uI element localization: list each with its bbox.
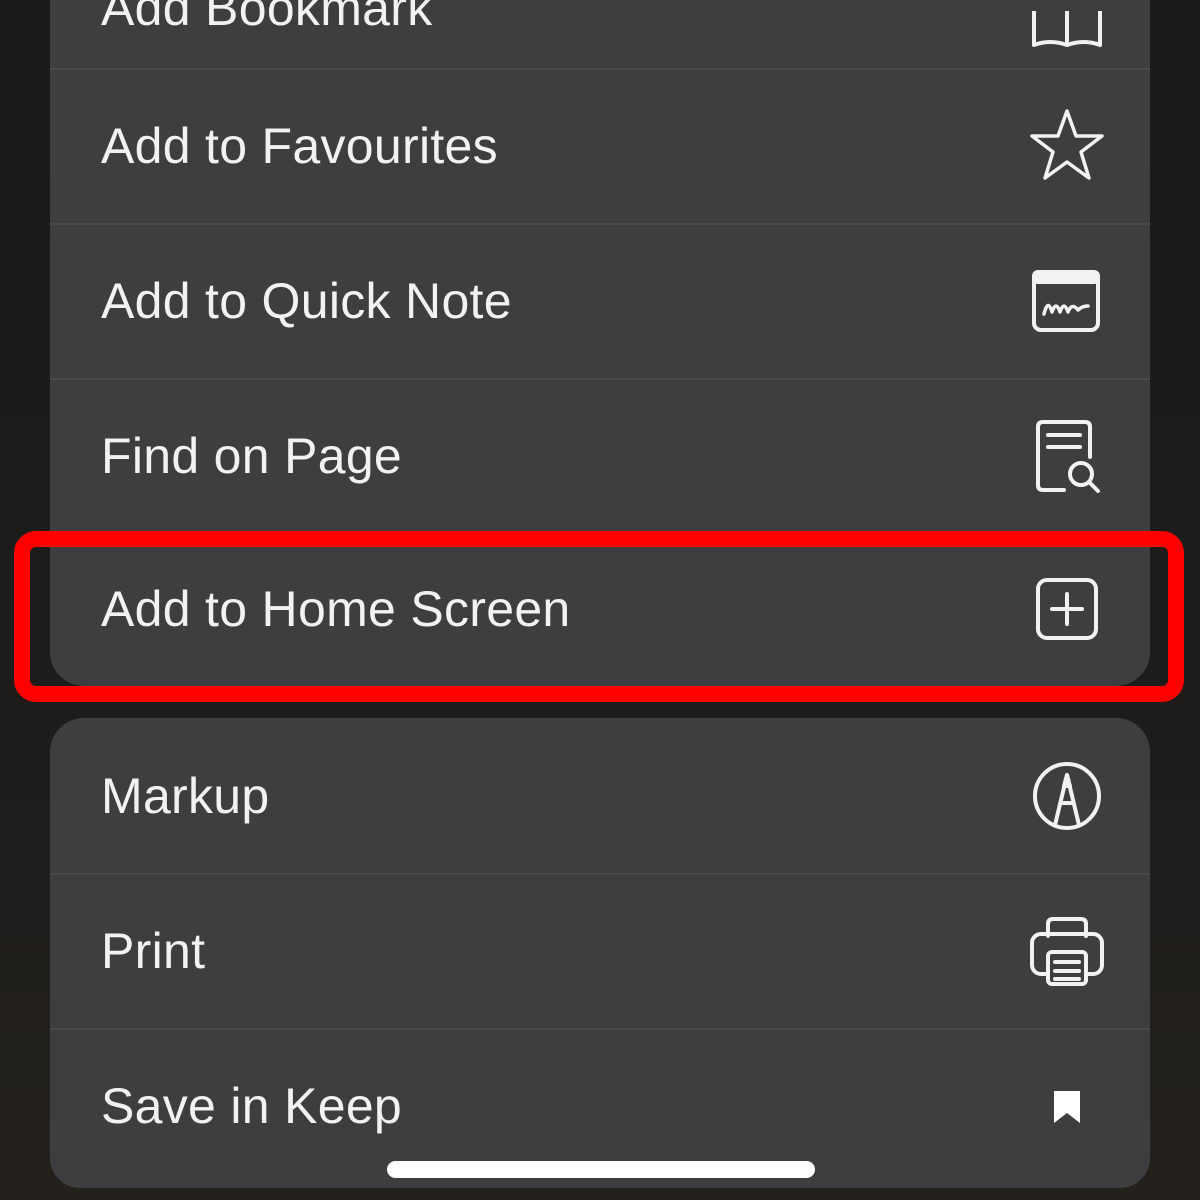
add-to-home-screen-row[interactable]: Add to Home Screen [50, 533, 1150, 685]
print-row[interactable]: Print [50, 873, 1150, 1028]
share-actions-group-top: Add Bookmark Add to Favourites Add to Qu… [50, 0, 1150, 686]
share-actions-group-bottom: Markup Print Save in Keep [50, 718, 1150, 1188]
find-on-page-icon [1028, 417, 1106, 495]
find-on-page-label: Find on Page [101, 427, 403, 484]
add-to-home-screen-label: Add to Home Screen [101, 581, 571, 637]
add-to-favourites-label: Add to Favourites [101, 117, 498, 174]
add-to-quick-note-label: Add to Quick Note [101, 272, 512, 329]
book-icon [1028, 0, 1106, 47]
markup-pen-icon [1028, 757, 1106, 835]
add-to-quick-note-row[interactable]: Add to Quick Note [50, 223, 1150, 378]
save-in-keep-row[interactable]: Save in Keep [50, 1028, 1150, 1183]
print-label: Print [101, 922, 206, 979]
add-to-favourites-row[interactable]: Add to Favourites [50, 68, 1150, 223]
quick-note-icon [1028, 262, 1106, 340]
star-icon [1028, 107, 1106, 185]
add-bookmark-row[interactable]: Add Bookmark [50, 0, 1150, 68]
save-in-keep-label: Save in Keep [101, 1077, 403, 1134]
bookmark-icon [1028, 1067, 1106, 1145]
printer-icon [1028, 912, 1106, 990]
home-indicator [387, 1161, 815, 1178]
add-bookmark-label: Add Bookmark [101, 0, 433, 36]
markup-row[interactable]: Markup [50, 718, 1150, 873]
plus-square-icon [1028, 570, 1106, 648]
find-on-page-row[interactable]: Find on Page [50, 378, 1150, 533]
markup-label: Markup [101, 767, 270, 824]
